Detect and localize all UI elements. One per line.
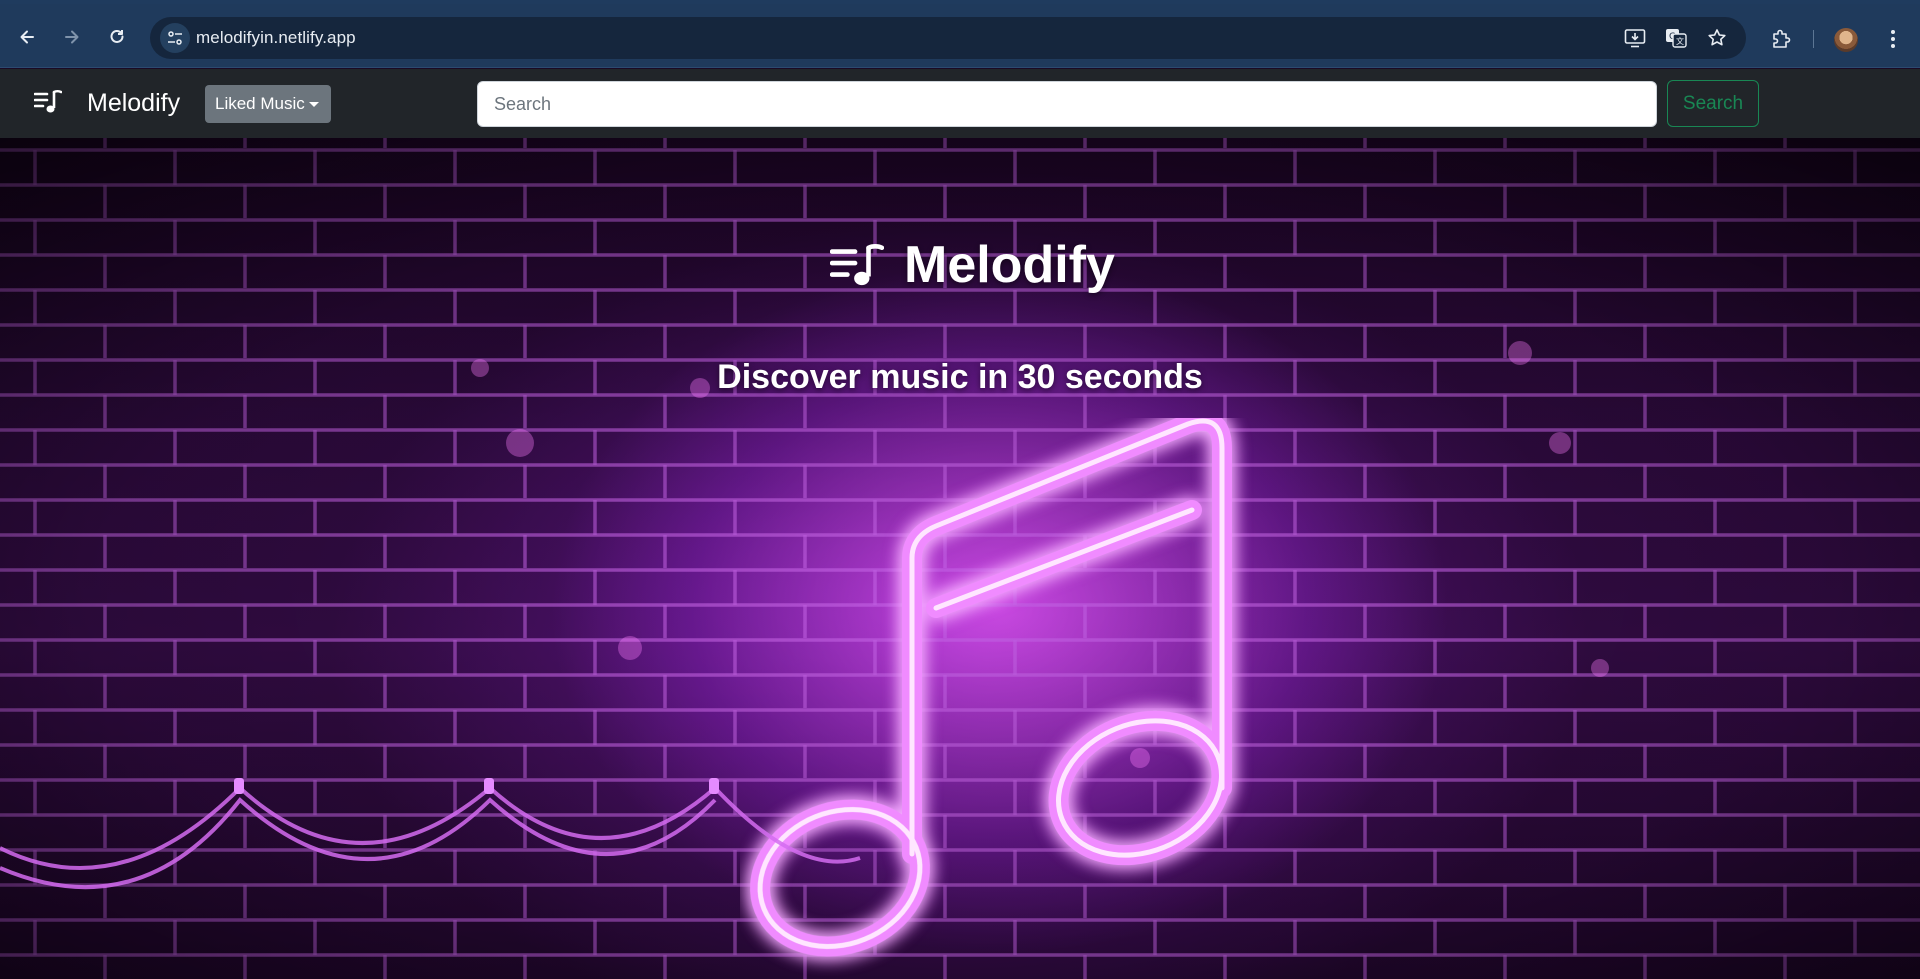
star-icon[interactable] (1706, 27, 1728, 49)
back-arrow-icon[interactable] (12, 22, 42, 52)
music-playlist-icon[interactable] (34, 89, 62, 115)
toolbar-divider (1813, 30, 1814, 48)
svg-text:文: 文 (1676, 36, 1684, 46)
liked-music-label: Liked Music (215, 94, 305, 113)
hero-subtitle: Discover music in 30 seconds (717, 358, 1203, 396)
search-input[interactable] (477, 81, 1657, 127)
puzzle-icon[interactable] (1768, 26, 1794, 52)
neon-cable-decoration (0, 778, 861, 890)
caret-down-icon (308, 101, 319, 107)
liked-music-dropdown[interactable]: Liked Music (205, 85, 331, 123)
hero-title: Melodify (904, 236, 1115, 294)
forward-arrow-icon[interactable] (57, 22, 87, 52)
tune-icon[interactable] (160, 23, 190, 53)
browser-toolbar: melodifyin.netlify.app G文 (0, 4, 1920, 68)
brand-name[interactable]: Melodify (87, 89, 180, 118)
kebab-menu-icon[interactable] (1880, 26, 1906, 52)
install-app-icon[interactable] (1624, 27, 1646, 49)
app-navbar: Melodify Liked Music Search (0, 69, 1920, 138)
hero-section: Melodify Discover music in 30 seconds (0, 138, 1920, 979)
search-button[interactable]: Search (1667, 80, 1759, 127)
avatar[interactable] (1834, 28, 1858, 52)
address-bar[interactable]: melodifyin.netlify.app G文 (150, 17, 1746, 59)
music-playlist-icon (830, 244, 884, 286)
url-text[interactable]: melodifyin.netlify.app (196, 28, 356, 48)
translate-icon[interactable]: G文 (1665, 27, 1687, 49)
hero-heading: Melodify (830, 230, 1115, 300)
reload-icon[interactable] (102, 22, 132, 52)
